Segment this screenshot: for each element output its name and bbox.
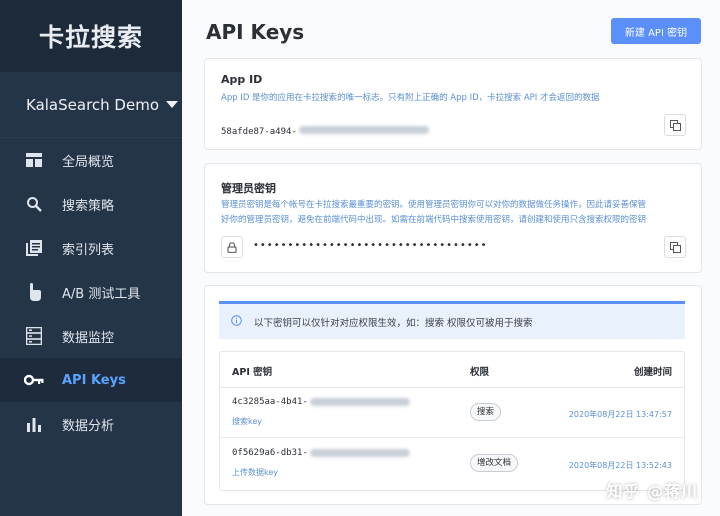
info-notice: 以下密钥可以仅针对对应权限生效，如：搜索 权限仅可被用于搜索 bbox=[219, 301, 685, 339]
redacted-blur bbox=[298, 125, 429, 134]
redacted-blur bbox=[309, 448, 410, 457]
main-content: API Keys 新建 API 密钥 App ID App ID 是你的应用在卡… bbox=[182, 0, 720, 516]
api-key-value[interactable]: 0f5629a6-db31- bbox=[232, 448, 410, 458]
caret-down-icon bbox=[166, 101, 178, 108]
api-key-description: 上传数据key bbox=[232, 468, 279, 477]
admin-key-title: 管理员密钥 bbox=[221, 182, 276, 195]
server-icon bbox=[24, 326, 44, 346]
app-name: KalaSearch Demo bbox=[26, 95, 159, 114]
admin-key-masked: •••••••••••••••••••••••••••••••••• bbox=[253, 240, 488, 251]
brand-name: 卡拉搜索 bbox=[38, 23, 143, 52]
pointer-hand-icon bbox=[24, 282, 44, 302]
key-icon bbox=[24, 370, 44, 390]
sidebar-item-index-list[interactable]: 索引列表 bbox=[0, 226, 182, 270]
reveal-key-button[interactable] bbox=[221, 236, 243, 258]
sidebar-item-data-monitor[interactable]: 数据监控 bbox=[0, 314, 182, 358]
list-icon bbox=[24, 238, 44, 258]
permission-badge: 增改文档 bbox=[470, 454, 519, 472]
sidebar-item-label: API Keys bbox=[62, 372, 126, 388]
copy-admin-key-button[interactable] bbox=[664, 236, 686, 258]
column-header-permission: 权限 bbox=[470, 367, 490, 378]
sidebar-item-label: 全局概览 bbox=[62, 154, 115, 170]
divider bbox=[220, 387, 684, 388]
brand-logo[interactable]: 卡拉搜索 bbox=[0, 0, 182, 72]
permission-badge: 搜索 bbox=[470, 403, 502, 421]
sidebar-item-search-strategy[interactable]: 搜索策略 bbox=[0, 182, 182, 226]
search-icon bbox=[24, 194, 44, 214]
created-date: 2020年08月22日 13:52:43 bbox=[568, 461, 672, 470]
sidebar-item-label: 搜索策略 bbox=[62, 198, 115, 214]
sidebar-item-label: 数据监控 bbox=[62, 330, 115, 346]
sidebar-nav: 全局概览 搜索策略 索引列表 A/B 测试工具 数据监控 API Keys 数据… bbox=[0, 138, 182, 446]
app-selector[interactable]: KalaSearch Demo bbox=[0, 72, 182, 138]
copy-icon bbox=[669, 116, 681, 135]
watermark: 知乎 @蒋川 bbox=[606, 482, 698, 501]
info-notice-text: 以下密钥可以仅针对对应权限生效，如：搜索 权限仅可被用于搜索 bbox=[254, 317, 533, 329]
created-date: 2020年08月22日 13:47:57 bbox=[568, 410, 672, 419]
sidebar-item-analytics[interactable]: 数据分析 bbox=[0, 402, 182, 446]
app-id-description: App ID 是你的应用在卡拉搜索的唯一标志。只有附上正确的 App ID，卡拉… bbox=[221, 93, 600, 103]
lock-icon bbox=[227, 238, 237, 257]
divider bbox=[220, 437, 684, 438]
sidebar-item-ab-testing[interactable]: A/B 测试工具 bbox=[0, 270, 182, 314]
bar-chart-icon bbox=[24, 414, 44, 434]
api-key-description: 搜索key bbox=[232, 417, 263, 426]
sidebar-item-label: 数据分析 bbox=[62, 418, 115, 434]
admin-key-card: 管理员密钥 管理员密钥是每个帐号在卡拉搜索最重要的密钥。使用管理员密钥你可以对你… bbox=[204, 163, 702, 273]
api-keys-table: API 密钥 权限 创建时间 4c3285aa-4b41- 搜索key 搜索 2… bbox=[219, 351, 685, 491]
api-keys-card: 以下密钥可以仅针对对应权限生效，如：搜索 权限仅可被用于搜索 API 密钥 权限… bbox=[204, 285, 702, 505]
new-api-key-button[interactable]: 新建 API 密钥 bbox=[611, 18, 701, 44]
admin-key-desc-line2: 好你的管理员密钥，避免在前端代码中出现。如需在前端代码中搜索使用密钥，请创建和使… bbox=[221, 215, 647, 225]
sidebar-item-api-keys[interactable]: API Keys bbox=[0, 358, 182, 402]
sidebar-item-label: 索引列表 bbox=[62, 242, 115, 258]
dashboard-icon bbox=[24, 150, 44, 170]
copy-icon bbox=[669, 238, 681, 257]
copy-app-id-button[interactable] bbox=[664, 114, 686, 136]
sidebar: 卡拉搜索 KalaSearch Demo 全局概览 搜索策略 索引列表 A/B … bbox=[0, 0, 182, 516]
info-icon bbox=[231, 314, 242, 329]
app-id-value-row: 58afde87-a494- bbox=[221, 119, 429, 138]
admin-key-desc-line1: 管理员密钥是每个帐号在卡拉搜索最重要的密钥。使用管理员密钥你可以对你的数据做任务… bbox=[221, 200, 647, 210]
page-title: API Keys bbox=[206, 20, 305, 44]
sidebar-item-label: A/B 测试工具 bbox=[62, 286, 141, 302]
column-header-key: API 密钥 bbox=[232, 367, 273, 378]
api-key-value[interactable]: 4c3285aa-4b41- bbox=[232, 397, 410, 407]
app-id-card: App ID App ID 是你的应用在卡拉搜索的唯一标志。只有附上正确的 Ap… bbox=[204, 58, 702, 150]
sidebar-item-overview[interactable]: 全局概览 bbox=[0, 138, 182, 182]
redacted-blur bbox=[309, 397, 410, 406]
app-id-value[interactable]: 58afde87-a494- bbox=[221, 127, 297, 137]
app-id-title: App ID bbox=[221, 73, 263, 86]
column-header-created: 创建时间 bbox=[633, 367, 672, 378]
